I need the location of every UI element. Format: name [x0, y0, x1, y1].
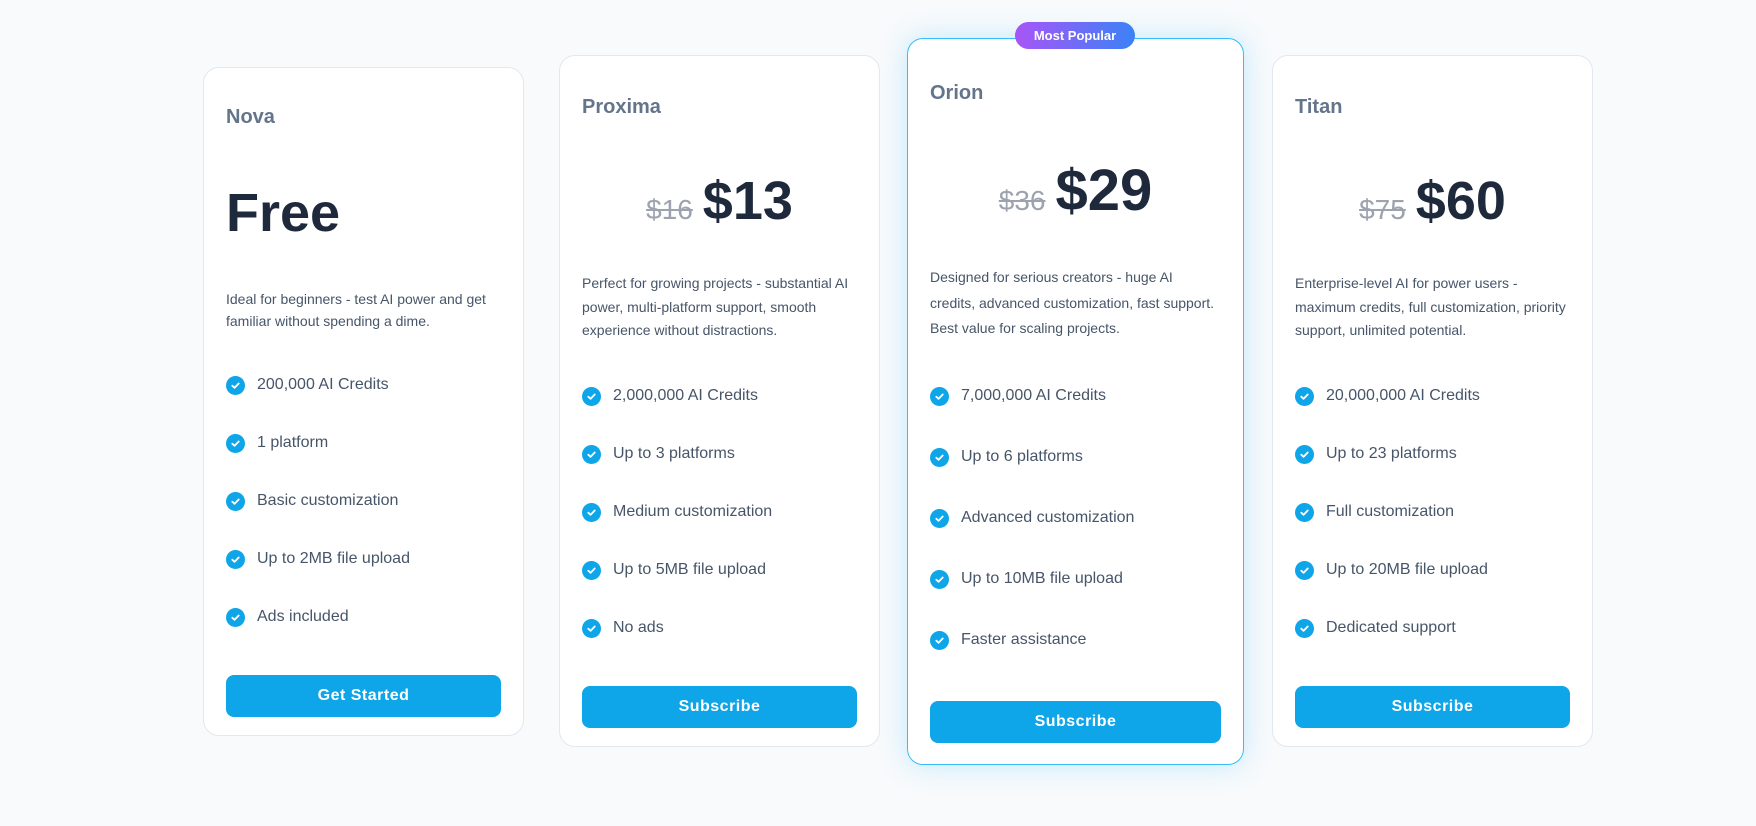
feature-item: 2,000,000 AI Credits: [582, 384, 869, 408]
feature-label: 1 platform: [257, 434, 329, 451]
feature-item: Faster assistance: [930, 628, 1233, 652]
most-popular-badge: Most Popular: [1015, 22, 1135, 49]
check-circle-icon: [226, 607, 245, 627]
price: $16 $13: [582, 169, 857, 242]
feature-label: Advanced customization: [961, 509, 1135, 526]
subscribe-button[interactable]: Subscribe: [1295, 686, 1570, 728]
check-circle-icon: [226, 549, 245, 569]
feature-label: 2,000,000 AI Credits: [613, 387, 758, 404]
feature-item: Up to 20MB file upload: [1295, 558, 1582, 582]
check-circle-icon: [226, 375, 245, 395]
check-circle-icon: [930, 508, 949, 528]
check-circle-icon: [226, 433, 245, 453]
feature-label: Up to 5MB file upload: [613, 561, 766, 578]
plan-card-nova: Nova Free Ideal for beginners - test AI po…: [203, 67, 524, 736]
feature-label: Up to 2MB file upload: [257, 550, 410, 567]
plan-card-orion: Orion $36 $29 Designed for serious creators…: [907, 38, 1244, 765]
feature-item: Ads included: [226, 605, 513, 629]
check-circle-icon: [1295, 386, 1314, 406]
feature-item: 7,000,000 AI Credits: [930, 384, 1233, 408]
price: Free: [226, 181, 501, 245]
check-circle-icon: [930, 386, 949, 406]
feature-item: Up to 5MB file upload: [582, 558, 869, 582]
check-circle-icon: [582, 618, 601, 638]
feature-item: 1 platform: [226, 431, 513, 455]
feature-label: Up to 6 platforms: [961, 448, 1083, 465]
feature-item: Advanced customization: [930, 506, 1233, 530]
check-circle-icon: [582, 560, 601, 580]
feature-label: Basic customization: [257, 492, 399, 509]
current-price: $60: [1415, 171, 1506, 231]
price: $36 $29: [930, 159, 1221, 233]
check-circle-icon: [1295, 560, 1314, 580]
plan-card-proxima: Proxima $16 $13 Perfect for growing project…: [559, 55, 880, 747]
plan-description: Perfect for growing projects - substanti…: [582, 275, 849, 338]
plan-name: Proxima: [582, 96, 661, 118]
feature-item: Dedicated support: [1295, 616, 1582, 640]
check-circle-icon: [582, 386, 601, 406]
subscribe-button[interactable]: Subscribe: [582, 686, 857, 728]
feature-label: 200,000 AI Credits: [257, 376, 389, 393]
current-price: Free: [226, 183, 341, 243]
check-circle-icon: [930, 447, 949, 467]
check-circle-icon: [1295, 444, 1314, 464]
feature-label: 7,000,000 AI Credits: [961, 387, 1106, 404]
subscribe-button[interactable]: Subscribe: [930, 701, 1221, 743]
feature-label: Ads included: [257, 608, 349, 625]
plan-description: Designed for serious creators - huge AI …: [930, 269, 1215, 336]
plan-description: Enterprise-level AI for power users - ma…: [1295, 275, 1566, 338]
feature-label: Faster assistance: [961, 631, 1087, 648]
feature-item: Basic customization: [226, 489, 513, 513]
plan-description: Ideal for beginners - test AI power and …: [226, 291, 486, 329]
check-circle-icon: [930, 569, 949, 589]
current-price: $29: [1055, 158, 1153, 223]
feature-label: Full customization: [1326, 503, 1455, 520]
feature-label: Dedicated support: [1326, 619, 1456, 636]
feature-label: 20,000,000 AI Credits: [1326, 387, 1480, 404]
feature-label: Medium customization: [613, 503, 773, 520]
plan-name: Titan: [1295, 96, 1343, 118]
feature-label: Up to 23 platforms: [1326, 445, 1457, 462]
old-price: $16: [646, 194, 693, 225]
current-price: $13: [702, 171, 793, 231]
feature-label: Up to 10MB file upload: [961, 570, 1123, 587]
feature-item: Up to 2MB file upload: [226, 547, 513, 571]
check-circle-icon: [582, 444, 601, 464]
check-circle-icon: [930, 630, 949, 650]
feature-label: Up to 3 platforms: [613, 445, 735, 462]
check-circle-icon: [582, 502, 601, 522]
plan-name: Orion: [930, 82, 984, 104]
feature-label: No ads: [613, 619, 664, 636]
feature-label: Up to 20MB file upload: [1326, 561, 1488, 578]
feature-item: Medium customization: [582, 500, 869, 524]
feature-item: Up to 23 platforms: [1295, 442, 1582, 466]
feature-item: Up to 10MB file upload: [930, 567, 1233, 591]
old-price: $75: [1359, 194, 1406, 225]
feature-item: 20,000,000 AI Credits: [1295, 384, 1582, 408]
price: $75 $60: [1295, 169, 1570, 242]
feature-item: No ads: [582, 616, 869, 640]
feature-item: 200,000 AI Credits: [226, 373, 513, 397]
check-circle-icon: [1295, 618, 1314, 638]
check-circle-icon: [1295, 502, 1314, 522]
feature-item: Full customization: [1295, 500, 1582, 524]
old-price: $36: [998, 185, 1046, 216]
plan-name: Nova: [226, 106, 275, 128]
check-circle-icon: [226, 491, 245, 511]
feature-item: Up to 3 platforms: [582, 442, 869, 466]
feature-item: Up to 6 platforms: [930, 445, 1233, 469]
get-started-button[interactable]: Get Started: [226, 675, 501, 717]
plan-card-titan: Titan $75 $60 Enterprise-level AI for power…: [1272, 55, 1593, 747]
